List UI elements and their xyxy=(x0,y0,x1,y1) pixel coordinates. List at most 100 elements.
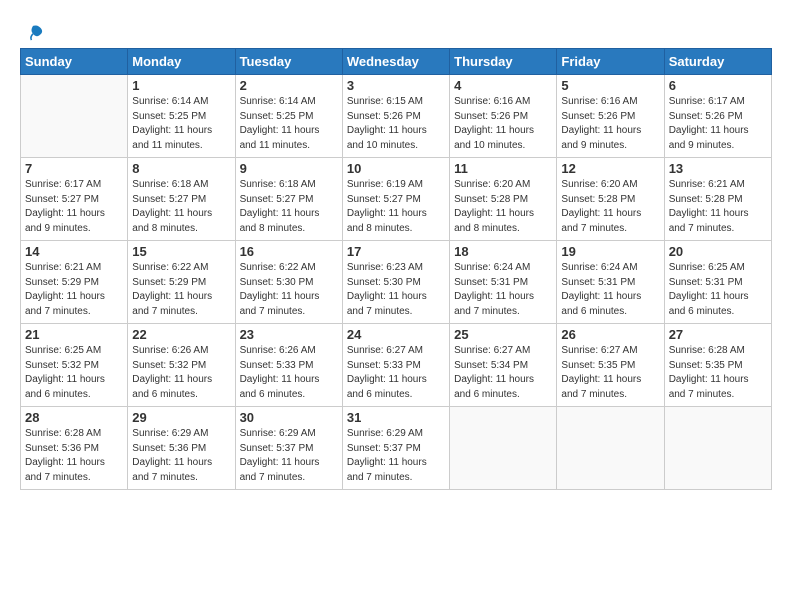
day-number: 2 xyxy=(240,78,338,93)
sunset-label: Sunset: 5:31 PM xyxy=(454,277,528,288)
day-info: Sunrise: 6:26 AM Sunset: 5:33 PM Daylight:… xyxy=(240,344,338,402)
daylight-label: Daylight: 11 hours and 7 minutes. xyxy=(347,291,427,317)
day-number: 5 xyxy=(561,78,659,93)
calendar-cell xyxy=(664,407,771,490)
day-info: Sunrise: 6:16 AMSunset: 5:26 PMDaylight:… xyxy=(561,95,659,153)
sunrise-label: Sunrise: 6:29 AM xyxy=(132,428,208,439)
daylight-label: Daylight: 11 hours and 10 minutes. xyxy=(347,125,427,151)
day-info: Sunrise: 6:20 AMSunset: 5:28 PMDaylight:… xyxy=(454,178,552,236)
sunrise-label: Sunrise: 6:18 AM xyxy=(132,179,208,190)
day-info: Sunrise: 6:20 AMSunset: 5:28 PMDaylight:… xyxy=(561,178,659,236)
sunset-label: Sunset: 5:32 PM xyxy=(25,360,99,371)
sunset-label: Sunset: 5:25 PM xyxy=(132,111,206,122)
day-number: 20 xyxy=(669,244,767,259)
calendar-cell: 9Sunrise: 6:18 AMSunset: 5:27 PMDaylight… xyxy=(235,158,342,241)
sunset-label: Sunset: 5:37 PM xyxy=(347,443,421,454)
day-info: Sunrise: 6:28 AMSunset: 5:36 PMDaylight:… xyxy=(25,427,123,485)
calendar-cell: 8 Sunrise: 6:18 AMSunset: 5:27 PMDaylight… xyxy=(128,158,235,241)
col-header-wednesday: Wednesday xyxy=(342,49,449,75)
daylight-label: Daylight: 11 hours and 9 minutes. xyxy=(25,208,105,234)
day-number: 18 xyxy=(454,244,552,259)
daylight-label: Daylight: 11 hours and 7 minutes. xyxy=(240,291,320,317)
day-number: 7 xyxy=(25,161,123,176)
daylight-label: Daylight: 11 hours and 6 minutes. xyxy=(132,374,212,400)
sunrise-label: Sunrise: 6:24 AM xyxy=(561,262,637,273)
day-info: Sunrise: 6:27 AMSunset: 5:33 PMDaylight:… xyxy=(347,344,445,402)
day-number: 15 xyxy=(132,244,230,259)
daylight-label: Daylight: 11 hours and 10 minutes. xyxy=(454,125,534,151)
day-number: 16 xyxy=(240,244,338,259)
sunrise-label: Sunrise: 6:26 AM xyxy=(240,345,316,356)
day-info: Sunrise: 6:18 AMSunset: 5:27 PMDaylight:… xyxy=(240,178,338,236)
sunset-label: Sunset: 5:32 PM xyxy=(132,360,206,371)
sunset-label: Sunset: 5:27 PM xyxy=(240,194,314,205)
sunset-label: Sunset: 5:33 PM xyxy=(347,360,421,371)
calendar-cell xyxy=(450,407,557,490)
day-number: 28 xyxy=(25,410,123,425)
day-number: 26 xyxy=(561,327,659,342)
col-header-sunday: Sunday xyxy=(21,49,128,75)
daylight-label: Daylight: 11 hours and 11 minutes. xyxy=(240,125,320,151)
daylight-label: Daylight: 11 hours and 7 minutes. xyxy=(561,208,641,234)
daylight-label: Daylight: 11 hours and 7 minutes. xyxy=(561,374,641,400)
sunset-label: Sunset: 5:35 PM xyxy=(561,360,635,371)
day-number: 10 xyxy=(347,161,445,176)
calendar-cell: 5 Sunrise: 6:16 AMSunset: 5:26 PMDaylight… xyxy=(557,75,664,158)
col-header-thursday: Thursday xyxy=(450,49,557,75)
day-number: 4 xyxy=(454,78,552,93)
daylight-label: Daylight: 11 hours and 6 minutes. xyxy=(561,291,641,317)
day-info: Sunrise: 6:18 AMSunset: 5:27 PMDaylight:… xyxy=(132,178,230,236)
calendar-cell: 19 Sunrise: 6:24 AMSunset: 5:31 PMDayligh… xyxy=(557,241,664,324)
sunrise-label: Sunrise: 6:17 AM xyxy=(25,179,101,190)
day-number: 27 xyxy=(669,327,767,342)
calendar-cell: 29Sunrise: 6:29 AMSunset: 5:36 PMDayligh… xyxy=(128,407,235,490)
logo-icon xyxy=(22,22,44,44)
day-info: Sunrise: 6:17 AMSunset: 5:26 PMDaylight:… xyxy=(669,95,767,153)
daylight-label: Daylight: 11 hours and 6 minutes. xyxy=(454,374,534,400)
day-info: Sunrise: 6:27 AMSunset: 5:34 PMDaylight:… xyxy=(454,344,552,402)
sunrise-label: Sunrise: 6:28 AM xyxy=(25,428,101,439)
daylight-label: Daylight: 11 hours and 9 minutes. xyxy=(669,125,749,151)
day-info: Sunrise: 6:21 AMSunset: 5:29 PMDaylight:… xyxy=(25,261,123,319)
sunrise-label: Sunrise: 6:15 AM xyxy=(347,96,423,107)
calendar-cell: 10Sunrise: 6:19 AMSunset: 5:27 PMDayligh… xyxy=(342,158,449,241)
calendar-cell: 26 Sunrise: 6:27 AMSunset: 5:35 PMDayligh… xyxy=(557,324,664,407)
sunrise-label: Sunrise: 6:21 AM xyxy=(25,262,101,273)
day-number: 19 xyxy=(561,244,659,259)
day-number: 8 xyxy=(132,161,230,176)
calendar-week-row: 1Sunrise: 6:14 AMSunset: 5:25 PMDaylight… xyxy=(21,75,772,158)
sunrise-label: Sunrise: 6:14 AM xyxy=(240,96,316,107)
daylight-label: Daylight: 11 hours and 6 minutes. xyxy=(240,374,320,400)
sunset-label: Sunset: 5:28 PM xyxy=(454,194,528,205)
sunset-label: Sunset: 5:30 PM xyxy=(347,277,421,288)
sunset-label: Sunset: 5:29 PM xyxy=(132,277,206,288)
day-info: Sunrise: 6:29 AMSunset: 5:37 PMDaylight:… xyxy=(240,427,338,485)
calendar-cell: 20Sunrise: 6:25 AMSunset: 5:31 PMDayligh… xyxy=(664,241,771,324)
day-info: Sunrise: 6:22 AMSunset: 5:29 PMDaylight:… xyxy=(132,261,230,319)
day-info: Sunrise: 6:24 AMSunset: 5:31 PMDaylight:… xyxy=(561,261,659,319)
calendar-cell xyxy=(557,407,664,490)
sunrise-label: Sunrise: 6:14 AM xyxy=(132,96,208,107)
sunset-label: Sunset: 5:37 PM xyxy=(240,443,314,454)
calendar-cell: 17Sunrise: 6:23 AMSunset: 5:30 PMDayligh… xyxy=(342,241,449,324)
sunset-label: Sunset: 5:30 PM xyxy=(240,277,314,288)
day-number: 14 xyxy=(25,244,123,259)
calendar-header-row: SundayMondayTuesdayWednesdayThursdayFrid… xyxy=(21,49,772,75)
day-info: Sunrise: 6:24 AMSunset: 5:31 PMDaylight:… xyxy=(454,261,552,319)
sunrise-label: Sunrise: 6:24 AM xyxy=(454,262,530,273)
sunrise-label: Sunrise: 6:17 AM xyxy=(669,96,745,107)
sunset-label: Sunset: 5:36 PM xyxy=(25,443,99,454)
sunrise-label: Sunrise: 6:20 AM xyxy=(454,179,530,190)
day-info: Sunrise: 6:26 AMSunset: 5:32 PMDaylight:… xyxy=(132,344,230,402)
calendar-cell: 14 Sunrise: 6:21 AMSunset: 5:29 PMDayligh… xyxy=(21,241,128,324)
logo xyxy=(20,22,44,42)
day-info: Sunrise: 6:21 AMSunset: 5:28 PMDaylight:… xyxy=(669,178,767,236)
calendar-cell: 25Sunrise: 6:27 AMSunset: 5:34 PMDayligh… xyxy=(450,324,557,407)
sunrise-label: Sunrise: 6:21 AM xyxy=(669,179,745,190)
sunset-label: Sunset: 5:33 PM xyxy=(240,360,314,371)
day-info: Sunrise: 6:27 AMSunset: 5:35 PMDaylight:… xyxy=(561,344,659,402)
sunrise-label: Sunrise: 6:18 AM xyxy=(240,179,316,190)
day-number: 31 xyxy=(347,410,445,425)
calendar-week-row: 7 Sunrise: 6:17 AM Sunset: 5:27 PM Daylight… xyxy=(21,158,772,241)
daylight-label: Daylight: 11 hours and 7 minutes. xyxy=(669,374,749,400)
